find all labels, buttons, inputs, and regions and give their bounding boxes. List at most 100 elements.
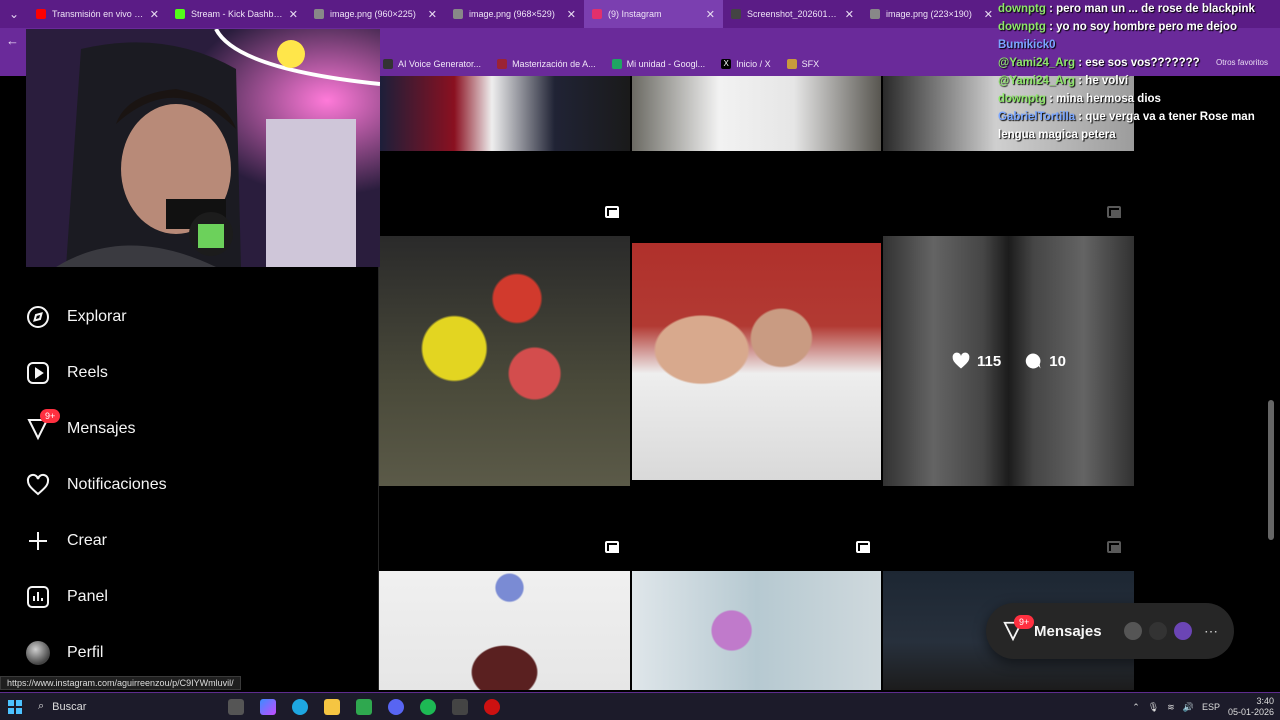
youtube-favicon-icon (36, 9, 46, 19)
globe-favicon-icon (870, 9, 880, 19)
post-thumbnail[interactable] (379, 76, 630, 151)
post-comments: 10 (1023, 351, 1066, 371)
globe-favicon-icon (453, 9, 463, 19)
compass-icon (27, 306, 49, 328)
right-margin (1134, 76, 1280, 690)
taskbar-search[interactable]: ⌕ Buscar (30, 700, 220, 713)
tab-image-2[interactable]: image.png (968×529) ✕ (445, 0, 584, 28)
google-drive-icon (611, 59, 622, 69)
tab-kick[interactable]: Stream - Kick Dashboard ✕ (167, 0, 306, 28)
file-explorer-icon[interactable] (324, 698, 340, 715)
store-icon[interactable] (356, 698, 372, 715)
obs-icon[interactable] (484, 698, 500, 715)
webcam-scene (26, 29, 380, 267)
bookmark-icon (383, 59, 393, 69)
x-logo-icon: X (721, 59, 732, 69)
post-hover-overlay: 115 10 (883, 236, 1134, 486)
bookmark-ai-voice[interactable]: AI Voice Generator... (375, 59, 489, 69)
bookmark-icon (497, 59, 508, 69)
edge-browser-icon[interactable] (292, 698, 308, 715)
folder-icon (786, 59, 797, 69)
nav-explore[interactable]: Explorar (26, 305, 127, 329)
windows-start-icon[interactable] (0, 699, 30, 714)
tab-image-3[interactable]: image.png (223×190) ✕ (862, 0, 1001, 28)
instagram-favicon-icon (592, 9, 602, 19)
profile-posts-grid: 115 10 (379, 76, 1134, 690)
close-tab-icon[interactable]: ✕ (706, 8, 715, 21)
carousel-icon (856, 541, 870, 553)
search-icon: ⌕ (38, 700, 45, 712)
avatar (1172, 620, 1194, 642)
post-thumbnail[interactable] (379, 571, 630, 690)
volume-icon[interactable]: 🔊 (1183, 702, 1194, 713)
carousel-icon (1107, 206, 1121, 218)
heart-icon (26, 473, 50, 496)
nav-create[interactable]: Crear (26, 529, 107, 553)
copilot-icon[interactable] (260, 698, 276, 715)
nav-reels[interactable]: Reels (26, 361, 108, 385)
kick-favicon-icon (175, 9, 185, 19)
page-scrollbar[interactable] (1268, 400, 1274, 540)
discord-icon[interactable] (388, 698, 404, 715)
chat-message: downptg : yo no soy hombre pero me dejoo (998, 21, 1237, 33)
back-arrow-icon[interactable]: ← (6, 33, 19, 48)
screen: ⌄ Transmisión en vivo - YouTube✕ Stream … (0, 0, 1280, 720)
tab-screenshot[interactable]: Screenshot_20260105_0258✕ (723, 0, 862, 28)
spotify-icon[interactable] (420, 698, 436, 715)
globe-favicon-icon (314, 9, 324, 19)
chat-message: downptg : mina hermosa dios (998, 93, 1161, 105)
system-tray: ⌃ 🎙 ≋ 🔊 ESP 3:40 05-01-2026 (1132, 696, 1274, 718)
heart-filled-icon (952, 352, 970, 369)
post-thumbnail[interactable] (632, 243, 881, 480)
bookmark-google-drive[interactable]: Mi unidad - Googl... (604, 59, 714, 69)
close-tab-icon[interactable]: ✕ (428, 8, 437, 21)
avatar (1147, 620, 1169, 642)
plus-icon (29, 532, 47, 550)
carousel-icon (605, 541, 619, 553)
windows-taskbar: ⌕ Buscar ⌃ 🎙 ≋ 🔊 ESP 3:40 05-01-2026 (0, 692, 1280, 720)
close-tab-icon[interactable]: ✕ (289, 8, 298, 21)
close-tab-icon[interactable]: ✕ (984, 8, 993, 21)
chat-message: Bumikick0 (998, 39, 1056, 51)
wifi-icon[interactable]: ≋ (1167, 702, 1175, 713)
messages-badge: 9+ (40, 409, 61, 423)
nav-notifications[interactable]: Notificaciones (26, 473, 167, 497)
chat-message: downptg : pero man un ... de rose de bla… (998, 3, 1255, 15)
avatar (1122, 620, 1144, 642)
tab-youtube[interactable]: Transmisión en vivo - YouTube✕ (28, 0, 167, 28)
post-thumbnail[interactable] (379, 236, 630, 486)
task-view-icon[interactable] (228, 698, 244, 715)
reels-icon (27, 362, 49, 384)
comment-filled-icon (1025, 353, 1041, 369)
post-thumbnail-hovered[interactable]: 115 10 (883, 236, 1134, 486)
carousel-icon (605, 206, 619, 218)
bookmark-masterizacion[interactable]: Masterización de A... (489, 59, 604, 69)
post-thumbnail[interactable] (632, 76, 881, 151)
carousel-icon (1107, 541, 1121, 553)
tab-image-1[interactable]: image.png (960×225) ✕ (306, 0, 445, 28)
nav-profile[interactable]: Perfil (26, 641, 103, 665)
more-icon: ⋯ (1204, 622, 1218, 639)
close-tab-icon[interactable]: ✕ (845, 8, 854, 21)
chat-message: GabrielTortilla : que verga va a tener R… (998, 111, 1255, 141)
close-tab-icon[interactable]: ✕ (567, 8, 576, 21)
nav-dashboard[interactable]: Panel (26, 585, 108, 609)
webcam-overlay (26, 29, 380, 267)
status-bar-url: https://www.instagram.com/aguirreenzou/p… (0, 676, 241, 690)
bookmark-x[interactable]: X Inicio / X (713, 59, 779, 69)
tab-instagram[interactable]: (9) Instagram ✕ (584, 0, 723, 28)
messages-floating-button[interactable]: 9+ Mensajes ⋯ (986, 603, 1234, 659)
nav-messages[interactable]: 9+ Mensajes (26, 409, 135, 441)
chevron-up-icon[interactable]: ⌃ (1132, 702, 1140, 713)
tab-list-chevron-icon[interactable]: ⌄ (0, 0, 28, 28)
bookmark-sfx[interactable]: SFX (779, 59, 828, 69)
microphone-icon[interactable]: 🎙 (1148, 702, 1159, 713)
post-likes: 115 (951, 351, 1001, 371)
close-tab-icon[interactable]: ✕ (150, 8, 159, 21)
capcut-icon[interactable] (452, 698, 468, 715)
chat-message: @Yami24_Arg : he volví (998, 75, 1129, 87)
dashboard-icon (27, 586, 49, 608)
clock[interactable]: 3:40 05-01-2026 (1228, 696, 1274, 718)
post-thumbnail[interactable] (632, 571, 881, 690)
messages-pill-badge: 9+ (1014, 615, 1035, 629)
